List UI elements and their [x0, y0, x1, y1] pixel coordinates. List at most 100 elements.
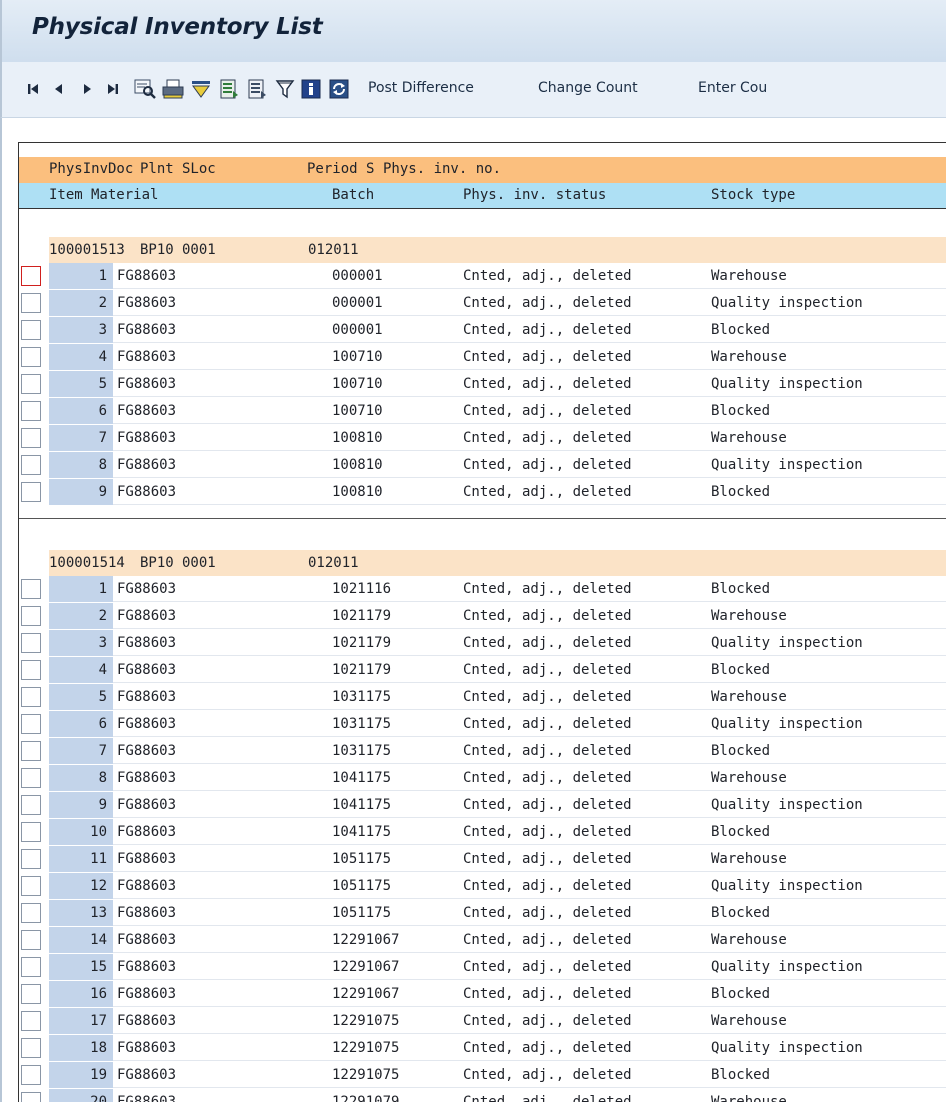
row-select-checkbox[interactable] — [21, 876, 41, 896]
row-values: FG88603 100810 Cnted, adj., deleted Blocked — [113, 479, 946, 505]
refresh-icon[interactable] — [328, 78, 350, 100]
row-select-checkbox[interactable] — [21, 741, 41, 761]
batch-cell: 1031175 — [332, 689, 392, 705]
item-number: 7 — [49, 425, 113, 451]
next-page-icon[interactable] — [76, 78, 98, 100]
table-row: 20 FG88603 12291079 Cnted, adj., deleted War… — [19, 1089, 946, 1102]
status-cell: Cnted, adj., deleted — [463, 457, 632, 473]
row-select-checkbox[interactable] — [21, 482, 41, 502]
stock-type-cell: Blocked — [711, 1067, 771, 1083]
table-row: 2 FG88603 000001 Cnted, adj., deleted Qualit… — [19, 290, 946, 317]
material-cell: FG88603 — [117, 797, 177, 813]
enter-count-button[interactable]: Enter Cou — [698, 80, 767, 96]
header-sloc: SLoc — [182, 161, 216, 177]
row-select-checkbox[interactable] — [21, 849, 41, 869]
details-icon[interactable] — [134, 78, 156, 100]
row-select-checkbox[interactable] — [21, 293, 41, 313]
print-icon[interactable] — [162, 78, 184, 100]
status-cell: Cnted, adj., deleted — [463, 905, 632, 921]
change-layout-icon[interactable] — [246, 78, 268, 100]
stock-type-cell: Quality inspection — [711, 295, 863, 311]
row-select-checkbox[interactable] — [21, 1065, 41, 1085]
sort-icon[interactable] — [190, 78, 212, 100]
status-cell: Cnted, adj., deleted — [463, 635, 632, 651]
row-select-checkbox[interactable] — [21, 930, 41, 950]
material-cell: FG88603 — [117, 635, 177, 651]
row-select-checkbox[interactable] — [21, 957, 41, 977]
last-page-icon[interactable] — [102, 78, 124, 100]
table-row: 2 FG88603 1021179 Cnted, adj., deleted Wareh… — [19, 603, 946, 630]
material-cell: FG88603 — [117, 743, 177, 759]
row-select-checkbox[interactable] — [21, 903, 41, 923]
item-number: 9 — [49, 479, 113, 505]
item-number: 10 — [49, 819, 113, 845]
batch-cell: 12291075 — [332, 1067, 400, 1083]
stock-type-cell: Warehouse — [711, 770, 787, 786]
table-row: 6 FG88603 1031175 Cnted, adj., deleted Quali… — [19, 711, 946, 738]
batch-cell: 12291079 — [332, 1094, 400, 1102]
post-difference-button[interactable]: Post Difference — [368, 80, 474, 96]
row-select-checkbox[interactable] — [21, 768, 41, 788]
inventory-list: PhysInvDoc Plnt SLoc Period S Phys. inv.… — [18, 142, 946, 1102]
row-select-checkbox[interactable] — [21, 606, 41, 626]
row-select-checkbox[interactable] — [21, 401, 41, 421]
row-select-checkbox[interactable] — [21, 455, 41, 475]
row-select-checkbox[interactable] — [21, 795, 41, 815]
change-count-button[interactable]: Change Count — [538, 80, 638, 96]
row-values: FG88603 1041175 Cnted, adj., deleted Wareho… — [113, 765, 946, 791]
batch-cell: 1021179 — [332, 662, 392, 678]
group-doc-number: 100001514 — [49, 555, 125, 571]
batch-cell: 000001 — [332, 295, 383, 311]
batch-cell: 12291067 — [332, 986, 400, 1002]
item-number: 6 — [49, 711, 113, 737]
first-page-icon[interactable] — [22, 78, 44, 100]
row-select-checkbox[interactable] — [21, 633, 41, 653]
row-select-checkbox[interactable] — [21, 687, 41, 707]
stock-type-cell: Quality inspection — [711, 716, 863, 732]
group-separator — [19, 518, 946, 519]
info-icon[interactable] — [300, 78, 322, 100]
item-number: 1 — [49, 263, 113, 289]
status-cell: Cnted, adj., deleted — [463, 1013, 632, 1029]
material-cell: FG88603 — [117, 295, 177, 311]
header-batch: Batch — [332, 187, 375, 203]
material-cell: FG88603 — [117, 1013, 177, 1029]
filter-icon[interactable] — [274, 78, 296, 100]
row-select-checkbox[interactable] — [21, 822, 41, 842]
row-select-checkbox[interactable] — [21, 374, 41, 394]
status-cell: Cnted, adj., deleted — [463, 376, 632, 392]
item-number: 2 — [49, 603, 113, 629]
table-row: 16 FG88603 12291067 Cnted, adj., deleted Blo… — [19, 981, 946, 1008]
row-select-checkbox[interactable] — [21, 579, 41, 599]
stock-type-cell: Warehouse — [711, 689, 787, 705]
row-select-checkbox[interactable] — [21, 266, 41, 286]
stock-type-cell: Warehouse — [711, 349, 787, 365]
row-select-checkbox[interactable] — [21, 320, 41, 340]
select-layout-icon[interactable] — [218, 78, 240, 100]
row-values: FG88603 000001 Cnted, adj., deleted Warehou… — [113, 263, 946, 289]
status-cell: Cnted, adj., deleted — [463, 1040, 632, 1056]
group-sloc: 0001 — [182, 555, 216, 571]
row-select-checkbox[interactable] — [21, 347, 41, 367]
row-select-checkbox[interactable] — [21, 714, 41, 734]
item-number: 4 — [49, 344, 113, 370]
material-cell: FG88603 — [117, 457, 177, 473]
list-header-row-1: PhysInvDoc Plnt SLoc Period S Phys. inv.… — [19, 157, 946, 183]
stock-type-cell: Warehouse — [711, 268, 787, 284]
row-select-checkbox[interactable] — [21, 984, 41, 1004]
row-select-checkbox[interactable] — [21, 1038, 41, 1058]
status-cell: Cnted, adj., deleted — [463, 1067, 632, 1083]
item-number: 13 — [49, 900, 113, 926]
row-values: FG88603 100710 Cnted, adj., deleted Blocked — [113, 398, 946, 424]
item-number: 20 — [49, 1089, 113, 1102]
group-plant: BP10 — [140, 555, 174, 571]
row-select-checkbox[interactable] — [21, 660, 41, 680]
table-row: 8 FG88603 1041175 Cnted, adj., deleted Wareh… — [19, 765, 946, 792]
item-number: 3 — [49, 630, 113, 656]
row-select-checkbox[interactable] — [21, 1092, 41, 1102]
row-values: FG88603 000001 Cnted, adj., deleted Quality… — [113, 290, 946, 316]
row-values: FG88603 12291067 Cnted, adj., deleted Block… — [113, 981, 946, 1007]
previous-page-icon[interactable] — [48, 78, 70, 100]
row-select-checkbox[interactable] — [21, 428, 41, 448]
row-select-checkbox[interactable] — [21, 1011, 41, 1031]
